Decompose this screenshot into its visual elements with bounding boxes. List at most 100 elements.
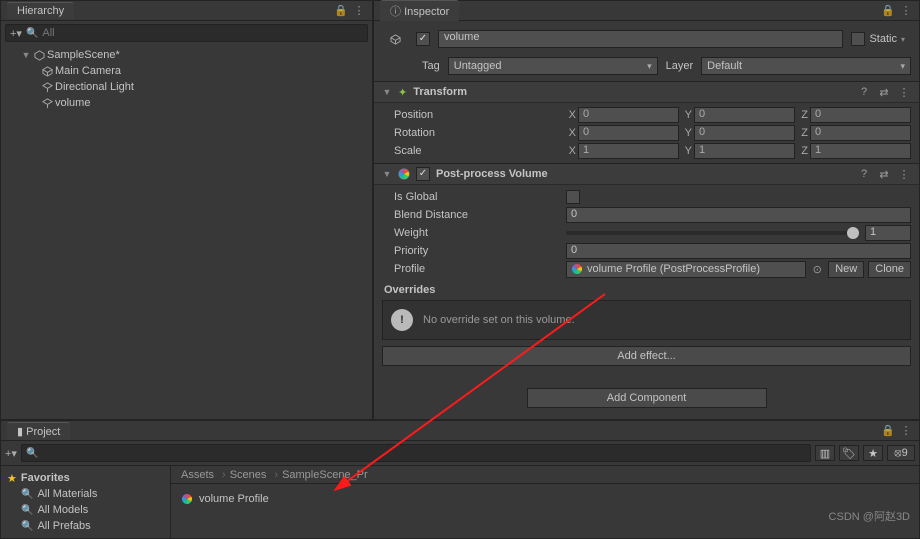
transform-header[interactable]: ▼ ✦ Transform ? ⇄ ⋮ [374,81,919,103]
static-checkbox[interactable] [851,32,865,46]
rotation-y-field[interactable]: 0 [694,125,795,141]
clone-button[interactable]: Clone [868,261,911,278]
project-main: Assets Scenes SampleScene_Pr volume Prof… [171,466,919,538]
add-effect-button[interactable]: Add effect... [382,346,911,366]
hierarchy-panel: Hierarchy 🔒 ⋮ +▾ 🔍 All ▼ SampleScene* Ma… [0,0,373,420]
project-sidebar: ★Favorites 🔍All Materials 🔍All Models 🔍A… [1,466,171,538]
scale-y-field[interactable]: 1 [694,143,795,159]
hierarchy-item[interactable]: Main Camera [1,63,372,79]
search-icon: 🔍 [26,28,38,39]
favorite-item[interactable]: 🔍All Models [1,502,170,518]
hierarchy-search[interactable]: +▾ 🔍 All [5,24,368,42]
position-x-field[interactable]: 0 [578,107,679,123]
priority-field[interactable]: 0 [566,243,911,259]
position-z-field[interactable]: 0 [810,107,911,123]
filter-type-icon[interactable]: ▥ [815,445,835,461]
preset-icon[interactable]: ⇄ [877,167,891,181]
scene-label: SampleScene* [47,49,120,61]
chevron-down-icon[interactable]: ▼ [382,87,392,97]
chevron-down-icon[interactable]: ▼ [382,169,392,179]
context-menu-icon[interactable]: ⋮ [899,4,913,18]
context-menu-icon[interactable]: ⋮ [897,167,911,181]
tag-label: Tag [422,60,440,72]
filter-label-icon[interactable]: 🏷 [839,445,859,461]
overrides-message: No override set on this volume. [423,314,575,326]
weight-slider[interactable]: 1 [566,225,911,241]
scale-z-field[interactable]: 1 [810,143,911,159]
asset-item[interactable]: volume Profile [181,490,909,508]
star-icon: ★ [7,472,17,485]
favorite-icon[interactable]: ★ [863,445,883,461]
is-global-checkbox[interactable] [566,190,580,204]
postprocess-icon [571,263,583,275]
hierarchy-item[interactable]: volume [1,95,372,111]
transform-title: Transform [413,86,467,98]
weight-field[interactable]: 1 [865,225,911,241]
static-toggle[interactable]: Static▾ [851,32,911,46]
help-icon[interactable]: ? [857,167,871,181]
ppv-header[interactable]: ▼ Post-process Volume ? ⇄ ⋮ [374,163,919,185]
rotation-row: Rotation X0 Y0 Z0 [382,124,911,142]
scale-x-field[interactable]: 1 [578,143,679,159]
layer-label: Layer [666,60,694,72]
context-menu-icon[interactable]: ⋮ [352,4,366,18]
priority-label: Priority [382,245,562,257]
rotation-z-field[interactable]: 0 [810,125,911,141]
gameobject-icon [41,81,53,93]
blend-distance-field[interactable]: 0 [566,207,911,223]
lock-icon[interactable]: 🔒 [334,4,348,18]
favorite-item[interactable]: 🔍All Materials [1,486,170,502]
context-menu-icon[interactable]: ⋮ [897,85,911,99]
favorite-item[interactable]: 🔍All Prefabs [1,518,170,534]
breadcrumb-item[interactable]: Assets [177,469,218,481]
context-menu-icon[interactable]: ⋮ [899,424,913,438]
weight-label: Weight [382,227,562,239]
hierarchy-tab[interactable]: Hierarchy [7,2,74,19]
project-search[interactable]: 🔍 [21,444,811,462]
lock-icon[interactable]: 🔒 [881,424,895,438]
help-icon[interactable]: ? [857,85,871,99]
position-y-field[interactable]: 0 [694,107,795,123]
hierarchy-item[interactable]: Directional Light [1,79,372,95]
inspector-header: ⓘ Inspector 🔒 ⋮ [374,1,919,21]
hidden-icon[interactable]: ⦻9 [887,445,915,461]
object-name-field[interactable]: volume [438,30,843,48]
asset-label: volume Profile [199,493,269,505]
chevron-down-icon[interactable]: ▼ [21,50,31,60]
inspector-object-header: volume Static▾ [374,21,919,57]
preset-icon[interactable]: ⇄ [877,85,891,99]
project-tab[interactable]: ▮ Project [7,422,70,440]
favorites-header[interactable]: ★Favorites [1,470,170,486]
profile-field[interactable]: volume Profile (PostProcessProfile) [566,261,806,278]
ppv-title: Post-process Volume [436,168,548,180]
project-panel: ▮ Project 🔒 ⋮ +▾ 🔍 ▥ 🏷 ★ ⦻9 ★Favorites 🔍… [0,420,920,539]
ppv-enabled-checkbox[interactable] [416,167,430,181]
info-icon: ⓘ [390,6,404,18]
project-toolbar: +▾ 🔍 ▥ 🏷 ★ ⦻9 [1,441,919,466]
gameobject-icon [41,65,53,77]
scene-row[interactable]: ▼ SampleScene* [1,47,372,63]
watermark: CSDN @阿赵3D [829,508,910,524]
layer-dropdown[interactable]: Default [701,57,911,75]
overrides-box: ! No override set on this volume. [382,300,911,340]
rotation-x-field[interactable]: 0 [578,125,679,141]
inspector-tab[interactable]: ⓘ Inspector [380,0,459,21]
plus-icon[interactable]: +▾ [5,447,17,460]
lock-icon[interactable]: 🔒 [881,4,895,18]
breadcrumb-item[interactable]: SampleScene_Pr [270,469,371,481]
warning-icon: ! [391,309,413,331]
plus-icon[interactable]: +▾ [10,27,22,40]
new-button[interactable]: New [828,261,864,278]
object-enabled-checkbox[interactable] [416,32,430,46]
search-icon: 🔍 [26,448,38,459]
transform-icon: ✦ [398,86,407,99]
hierarchy-search-placeholder: All [42,27,54,39]
postprocess-icon [181,493,193,505]
breadcrumb-item[interactable]: Scenes [218,469,270,481]
search-icon: 🔍 [21,505,33,516]
inspector-panel: ⓘ Inspector 🔒 ⋮ volume Static▾ Tag Untag… [373,0,920,420]
add-component-button[interactable]: Add Component [527,388,767,408]
tag-dropdown[interactable]: Untagged [448,57,658,75]
object-picker-icon[interactable]: ⊙ [810,262,824,276]
search-icon: 🔍 [21,489,33,500]
